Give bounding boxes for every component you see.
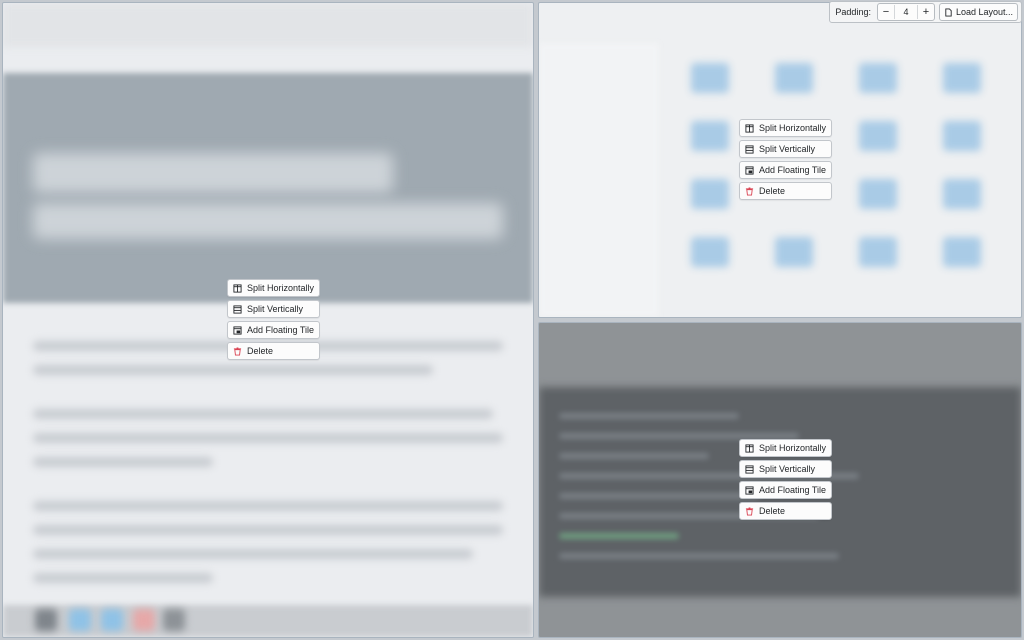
blurred-terminal-line bbox=[559, 453, 709, 459]
split-vertically-label: Split Vertically bbox=[759, 464, 816, 474]
padding-decrement-button[interactable]: − bbox=[878, 5, 894, 19]
add-floating-tile-label: Add Floating Tile bbox=[759, 165, 827, 175]
add-floating-tile-button[interactable]: Add Floating Tile bbox=[739, 481, 833, 499]
blurred-folder-icon bbox=[859, 121, 897, 151]
split-vertically-button[interactable]: Split Vertically bbox=[227, 300, 321, 318]
tiling-toolbar: Padding: − 4 + Load Layout... bbox=[829, 1, 1022, 23]
blurred-text-line bbox=[33, 573, 213, 583]
split-horizontally-icon bbox=[233, 283, 242, 293]
delete-button[interactable]: Delete bbox=[739, 182, 833, 200]
blurred-text-line bbox=[33, 525, 503, 535]
blurred-folder-icon bbox=[859, 179, 897, 209]
split-horizontally-icon bbox=[745, 443, 754, 453]
blurred-folder-icon bbox=[943, 121, 981, 151]
split-horizontally-label: Split Horizontally bbox=[247, 283, 315, 293]
tile-menu-top-right: Split Horizontally Split Vertically Add … bbox=[739, 119, 833, 200]
blurred-terminal-line bbox=[559, 413, 739, 419]
blurred-folder-icon bbox=[859, 63, 897, 93]
split-vertically-button[interactable]: Split Vertically bbox=[739, 460, 833, 478]
add-floating-tile-label: Add Floating Tile bbox=[247, 325, 315, 335]
blurred-terminal-line bbox=[559, 493, 759, 499]
blurred-folder-icon bbox=[691, 179, 729, 209]
delete-button[interactable]: Delete bbox=[739, 502, 833, 520]
document-open-icon bbox=[945, 7, 952, 17]
blurred-folder-icon bbox=[691, 63, 729, 93]
blurred-folder-icon bbox=[775, 63, 813, 93]
tile-menu-left: Split Horizontally Split Vertically Add … bbox=[227, 279, 321, 360]
split-vertically-label: Split Vertically bbox=[247, 304, 304, 314]
split-horizontally-button[interactable]: Split Horizontally bbox=[739, 119, 833, 137]
blurred-terminal-line bbox=[559, 533, 679, 539]
blurred-taskbar-icon bbox=[69, 609, 91, 631]
add-floating-tile-button[interactable]: Add Floating Tile bbox=[739, 161, 833, 179]
split-horizontally-button[interactable]: Split Horizontally bbox=[227, 279, 321, 297]
split-vertically-icon bbox=[745, 144, 754, 154]
blurred-text-line bbox=[33, 433, 503, 443]
blurred-taskbar-icon bbox=[35, 609, 57, 631]
blurred-headline bbox=[33, 203, 503, 239]
blurred-folder-icon bbox=[943, 63, 981, 93]
blurred-window-titlebar bbox=[3, 3, 533, 47]
blurred-folder-icon bbox=[943, 179, 981, 209]
split-vertically-button[interactable]: Split Vertically bbox=[739, 140, 833, 158]
padding-value[interactable]: 4 bbox=[893, 5, 918, 19]
blurred-text-line bbox=[33, 457, 213, 467]
add-floating-tile-icon bbox=[745, 165, 754, 175]
tile-menu-bottom-right: Split Horizontally Split Vertically Add … bbox=[739, 439, 833, 520]
blurred-taskbar-icon bbox=[101, 609, 123, 631]
add-floating-tile-icon bbox=[233, 325, 242, 335]
blurred-folder-icon bbox=[859, 237, 897, 267]
add-floating-tile-icon bbox=[745, 485, 754, 495]
blurred-taskbar-icon bbox=[133, 609, 155, 631]
split-horizontally-label: Split Horizontally bbox=[759, 443, 827, 453]
blurred-folder-icon bbox=[775, 237, 813, 267]
blurred-text-line bbox=[33, 409, 493, 419]
trash-icon bbox=[233, 346, 242, 356]
blurred-text-line bbox=[33, 501, 503, 511]
blurred-text-line bbox=[33, 365, 433, 375]
blurred-folder-icon bbox=[691, 121, 729, 151]
blurred-folder-icon bbox=[691, 237, 729, 267]
delete-button[interactable]: Delete bbox=[227, 342, 321, 360]
padding-spinbox[interactable]: − 4 + bbox=[876, 3, 935, 21]
blurred-terminal-line bbox=[559, 553, 839, 559]
delete-label: Delete bbox=[759, 506, 786, 516]
delete-label: Delete bbox=[759, 186, 786, 196]
split-horizontally-icon bbox=[745, 123, 754, 133]
load-layout-label: Load Layout... bbox=[955, 7, 1013, 17]
trash-icon bbox=[745, 506, 754, 516]
add-floating-tile-button[interactable]: Add Floating Tile bbox=[227, 321, 321, 339]
trash-icon bbox=[745, 186, 754, 196]
split-vertically-icon bbox=[233, 304, 242, 314]
blurred-taskbar-icon bbox=[163, 609, 185, 631]
split-vertically-label: Split Vertically bbox=[759, 144, 816, 154]
delete-label: Delete bbox=[247, 346, 274, 356]
padding-increment-button[interactable]: + bbox=[918, 5, 934, 19]
blurred-folder-icon bbox=[943, 237, 981, 267]
blurred-headline bbox=[33, 153, 393, 193]
split-vertically-icon bbox=[745, 464, 754, 474]
blurred-text-line bbox=[33, 549, 473, 559]
padding-label: Padding: bbox=[835, 7, 871, 17]
add-floating-tile-label: Add Floating Tile bbox=[759, 485, 827, 495]
blurred-sidebar bbox=[539, 43, 659, 317]
split-horizontally-button[interactable]: Split Horizontally bbox=[739, 439, 833, 457]
split-horizontally-label: Split Horizontally bbox=[759, 123, 827, 133]
load-layout-button[interactable]: Load Layout... bbox=[938, 3, 1018, 21]
